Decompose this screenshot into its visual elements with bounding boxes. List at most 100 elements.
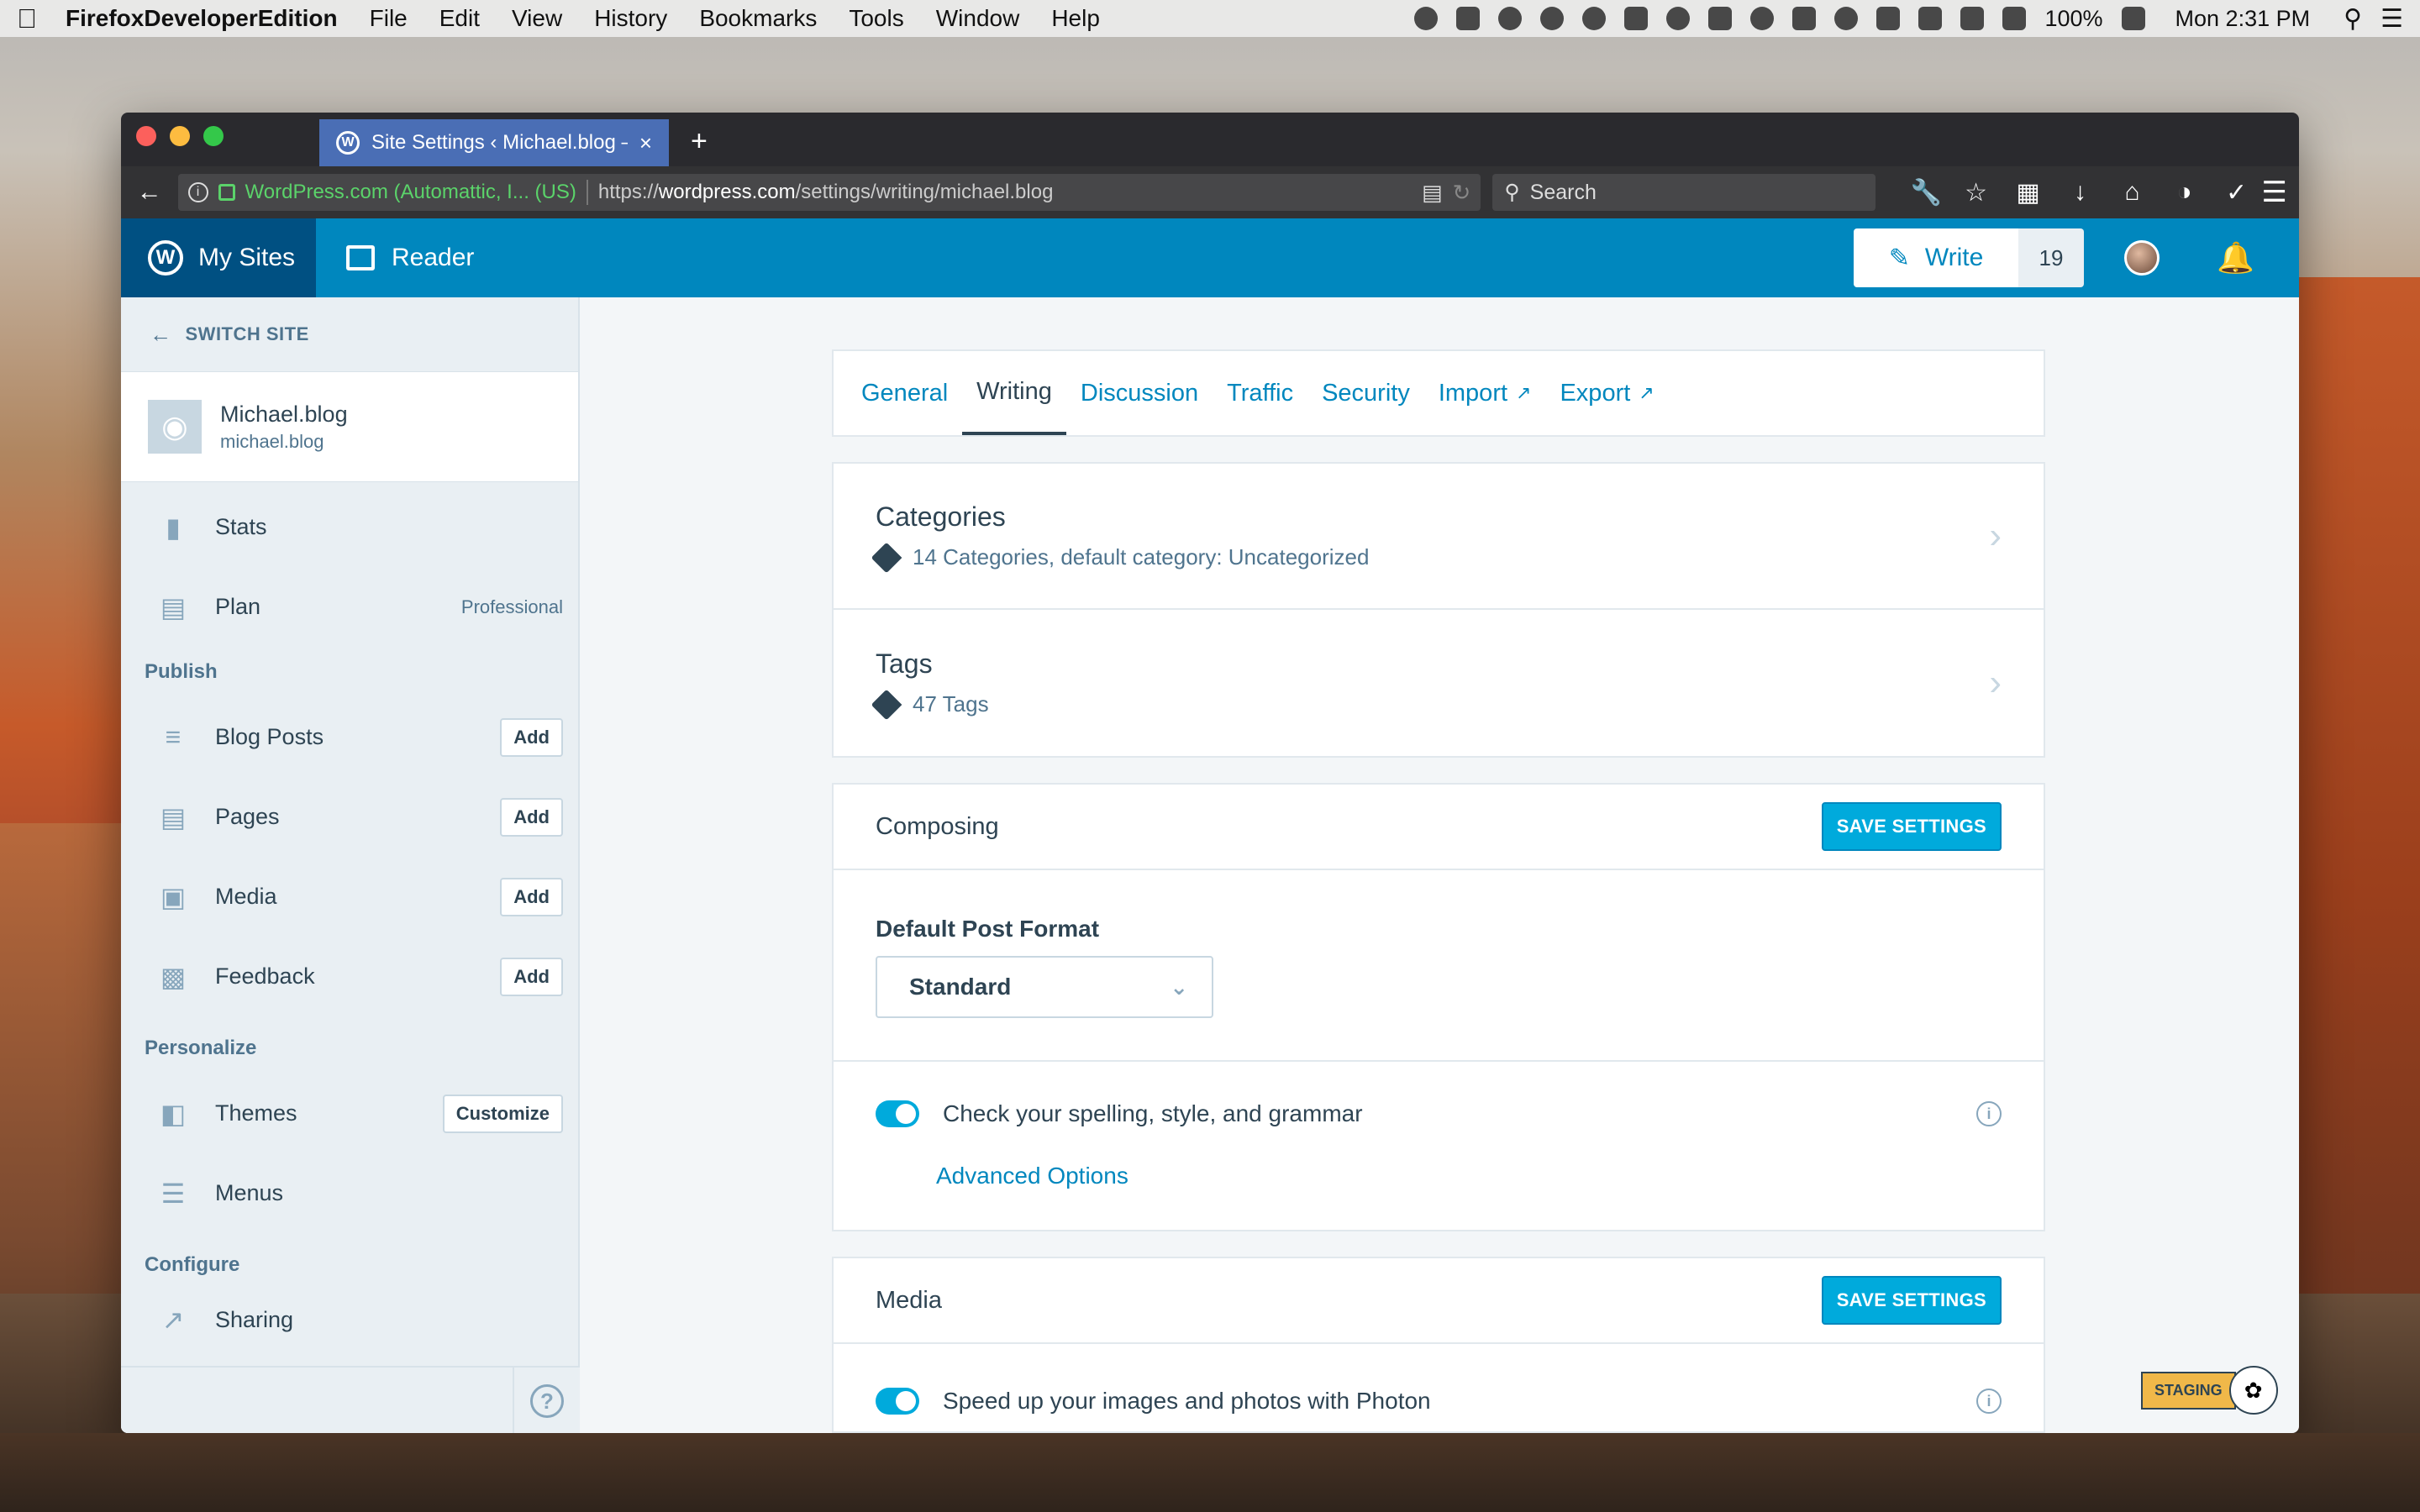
sidebar-item-plan[interactable]: ▤ Plan Professional (121, 567, 578, 647)
status-app-icon[interactable] (1792, 7, 1817, 30)
sidebar-footer: ? (121, 1366, 580, 1433)
dropbox-icon[interactable] (1708, 7, 1733, 30)
menu-app-name[interactable]: FirefoxDeveloperEdition (66, 5, 338, 32)
categories-row[interactable]: Categories 14 Categories, default catego… (834, 464, 2044, 610)
write-button[interactable]: ✎ Write (1854, 228, 2018, 287)
default-post-format-select[interactable]: Standard ⌄ (876, 956, 1213, 1018)
info-icon[interactable]: i (1976, 1101, 2002, 1126)
tab-import[interactable]: Import ↗ (1424, 351, 1546, 435)
drafts-count-button[interactable]: 19 (2018, 228, 2084, 287)
menu-window[interactable]: Window (936, 5, 1020, 32)
status-app-icon[interactable] (1414, 7, 1439, 30)
developer-tools-icon[interactable]: 🔧 (1911, 178, 1942, 207)
add-page-button[interactable]: Add (500, 797, 563, 837)
sidebar-item-media[interactable]: ▣ Media Add (121, 857, 578, 937)
current-site-card[interactable]: ◉ Michael.blog michael.blog (121, 371, 578, 482)
menu-tools[interactable]: Tools (849, 5, 903, 32)
composing-save-button[interactable]: SAVE SETTINGS (1821, 802, 2002, 851)
add-post-button[interactable]: Add (500, 717, 563, 757)
sidebar-item-pages[interactable]: ▤ Pages Add (121, 777, 578, 857)
hamburger-menu-icon[interactable]: ☰ (2262, 176, 2287, 209)
section-header-configure: Configure (145, 1253, 240, 1276)
home-icon[interactable]: ⌂ (2119, 178, 2146, 207)
tab-traffic[interactable]: Traffic (1213, 351, 1307, 435)
status-app-icon[interactable] (1498, 7, 1523, 30)
menu-help[interactable]: Help (1051, 5, 1100, 32)
menu-history[interactable]: History (594, 5, 667, 32)
tab-writing[interactable]: Writing (962, 351, 1066, 435)
spotlight-icon[interactable]: ⚲ (2344, 4, 2362, 34)
add-feedback-button[interactable]: Add (500, 957, 563, 996)
info-icon[interactable]: i (187, 182, 208, 202)
customize-button[interactable]: Customize (442, 1094, 563, 1133)
wifi-icon[interactable] (1918, 7, 1943, 30)
back-button[interactable]: ← (133, 178, 166, 207)
info-icon[interactable]: i (1976, 1389, 2002, 1414)
new-tab-button[interactable]: + (691, 125, 708, 158)
battery-icon[interactable] (2121, 7, 2145, 30)
status-app-icon[interactable] (1540, 7, 1565, 30)
search-bar[interactable]: ⚲ Search (1492, 174, 1876, 211)
tab-general[interactable]: General (847, 351, 962, 435)
zoom-window-button[interactable] (203, 126, 224, 146)
volume-icon[interactable] (2002, 7, 2027, 30)
notification-center-icon[interactable]: ☰ (2381, 4, 2403, 34)
site-identity[interactable]: WordPress.com (Automattic, I... (US) (245, 181, 576, 204)
tags-row[interactable]: Tags 47 Tags › (834, 610, 2044, 756)
reader-icon (346, 245, 375, 270)
sidebar-item-menus[interactable]: ☰ Menus (121, 1153, 578, 1233)
browser-tab-site-settings[interactable]: W Site Settings ‹ Michael.blog — × (319, 119, 669, 166)
bluetooth-icon[interactable] (1876, 7, 1901, 30)
staging-indicator[interactable]: STAGING ✿ (2141, 1366, 2278, 1415)
downloads-icon[interactable]: ↓ (2067, 178, 2094, 207)
sidebar-item-blog-posts[interactable]: ≡ Blog Posts Add (121, 697, 578, 777)
minimize-window-button[interactable] (170, 126, 190, 146)
user-avatar[interactable] (2124, 240, 2160, 276)
tab-discussion[interactable]: Discussion (1066, 351, 1213, 435)
reader-button[interactable]: Reader (316, 244, 474, 272)
reload-icon[interactable]: ↻ (1453, 180, 1471, 206)
switch-site-button[interactable]: ← SWITCH SITE (121, 297, 578, 371)
sidebar-item-stats[interactable]: ▮ Stats (121, 487, 578, 567)
photon-toggle[interactable] (876, 1388, 919, 1415)
menu-file[interactable]: File (370, 5, 408, 32)
menu-bookmarks[interactable]: Bookmarks (699, 5, 817, 32)
tab-close-icon[interactable]: × (639, 130, 652, 156)
media-save-button[interactable]: SAVE SETTINGS (1821, 1276, 2002, 1325)
url-bar[interactable]: i WordPress.com (Automattic, I... (US) h… (177, 174, 1481, 211)
addon-icon[interactable]: ◑ (2171, 178, 2198, 207)
tab-security[interactable]: Security (1307, 351, 1424, 435)
wordpress-logo-icon: W (148, 240, 183, 276)
calendar-icon[interactable] (1624, 7, 1649, 30)
menu-view[interactable]: View (512, 5, 562, 32)
menubar-clock[interactable]: Mon 2:31 PM (2175, 6, 2311, 32)
spellcheck-toggle[interactable] (876, 1100, 919, 1127)
url-text[interactable]: https://wordpress.com/settings/writing/m… (598, 181, 1412, 204)
status-app-icon[interactable] (1456, 7, 1481, 30)
help-icon: ? (530, 1384, 564, 1418)
bug-icon[interactable]: ✿ (2228, 1366, 2278, 1415)
tab-export[interactable]: Export ↗ (1545, 351, 1668, 435)
status-app-icon[interactable] (1750, 7, 1775, 30)
airplay-icon[interactable] (1960, 7, 1985, 30)
add-media-button[interactable]: Add (500, 877, 563, 916)
sidebar-item-feedback[interactable]: ▩ Feedback Add (121, 937, 578, 1016)
battery-percent[interactable]: 100% (2044, 6, 2102, 32)
advanced-options-link[interactable]: Advanced Options (936, 1163, 2002, 1189)
menu-edit[interactable]: Edit (439, 5, 480, 32)
sidebar-item-sharing[interactable]: ↗ Sharing (121, 1290, 578, 1349)
bookmarks-list-icon[interactable]: ▦ (2015, 178, 2042, 207)
my-sites-label: My Sites (198, 244, 296, 271)
help-button[interactable]: ? (513, 1368, 580, 1433)
pocket-icon[interactable]: ✓ (2223, 178, 2250, 207)
sidebar-item-themes[interactable]: ◧ Themes Customize (121, 1074, 578, 1153)
time-machine-icon[interactable] (1834, 7, 1859, 30)
notifications-bell-icon[interactable]: 🔔 (2217, 240, 2254, 276)
bookmark-star-icon[interactable]: ☆ (1963, 178, 1990, 207)
status-app-icon[interactable] (1582, 7, 1607, 30)
reader-view-icon[interactable]: ▤ (1422, 180, 1443, 206)
close-window-button[interactable] (136, 126, 156, 146)
apple-icon[interactable]:  (17, 3, 45, 34)
my-sites-button[interactable]: W My Sites (121, 218, 316, 297)
password-manager-icon[interactable] (1666, 7, 1691, 30)
